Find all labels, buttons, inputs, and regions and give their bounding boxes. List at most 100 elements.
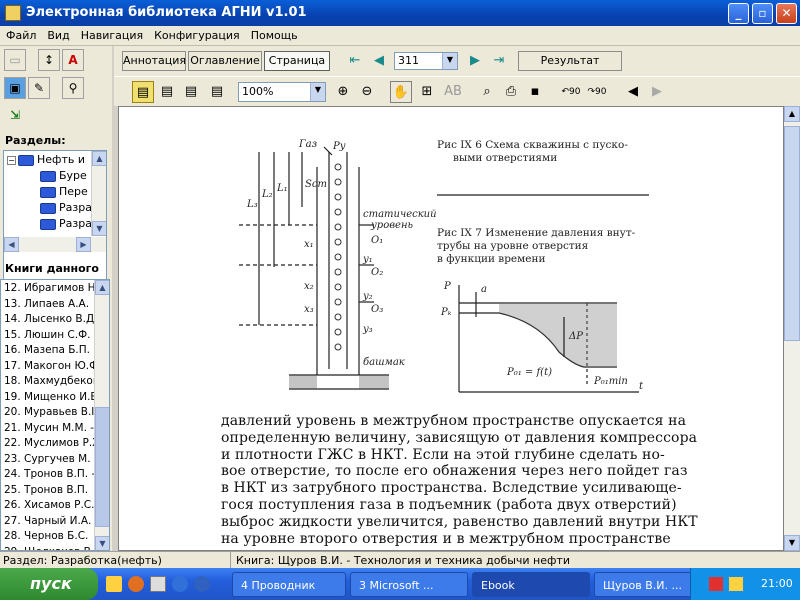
folder-icon [18, 154, 34, 166]
scroll-thumb[interactable] [784, 126, 800, 341]
scroll-right-icon[interactable]: ▶ [76, 237, 91, 252]
task-ebook[interactable]: Ebook [472, 572, 590, 597]
rotate-right-icon[interactable]: ↷90 [586, 81, 608, 103]
page-select[interactable]: 311 ▼ [394, 52, 458, 70]
menu-help[interactable]: Помощь [245, 26, 303, 42]
window-title: Электронная библиотека АГНИ v1.01 [26, 5, 307, 20]
tree-root[interactable]: − Нефть и [7, 153, 85, 169]
desktop-icon[interactable] [150, 576, 166, 592]
save-icon[interactable]: ▪ [524, 81, 546, 103]
browser-icon[interactable] [194, 576, 210, 592]
hand-icon[interactable]: ✋ [390, 81, 412, 103]
book-list-item[interactable]: 22. Муслимов Р.Х [4, 437, 94, 452]
book-list-item[interactable]: 16. Мазепа Б.П. [4, 344, 94, 359]
tree-label: Нефть и [37, 153, 85, 166]
scroll-down-icon[interactable]: ▼ [95, 536, 109, 550]
minimize-button[interactable]: _ [728, 3, 749, 24]
scroll-down-icon[interactable]: ▼ [92, 221, 106, 236]
book-list-item[interactable]: 19. Мищенко И.Е [4, 391, 94, 406]
viewer-toolbar: ▤ ▤ ▤ ▤ 100% ▼ ⊕ ⊖ ✋ ⊞ AB ⌕ ⎙ ▪ ↶90 ↷90 ◀… [114, 76, 800, 106]
page-multi-icon[interactable]: ▤ [156, 81, 178, 103]
tree-vscroll[interactable]: ▲ ▼ [91, 151, 106, 236]
viewer-vscroll[interactable]: ▲ ▼ [784, 106, 800, 551]
menu-navigation[interactable]: Навигация [75, 26, 148, 42]
chevron-down-icon[interactable]: ▼ [310, 83, 325, 101]
book-list-item[interactable]: 24. Тронов В.П. - [4, 468, 94, 483]
disk-icon[interactable]: ▭ [4, 49, 26, 71]
first-page-icon[interactable]: ⇤ [346, 52, 364, 70]
close-button[interactable]: ✕ [776, 3, 797, 24]
book-list-item[interactable]: 18. Махмудбеков [4, 375, 94, 390]
tree-item[interactable]: Разра [40, 217, 92, 233]
page-icon[interactable]: ▤ [132, 81, 154, 103]
books-list[interactable]: 12. Ибрагимов Н 13. Липаев А.А. 14. Лысенк… [0, 279, 110, 551]
scroll-down-icon[interactable]: ▼ [784, 535, 800, 551]
folder-icon [40, 202, 56, 214]
scroll-up-icon[interactable]: ▲ [92, 151, 106, 166]
start-button[interactable]: пуск [0, 568, 98, 600]
scroll-up-icon[interactable]: ▲ [784, 106, 800, 122]
book-list-item[interactable]: 23. Сургучев М. [4, 453, 94, 468]
document-icon[interactable]: ✎ [28, 77, 50, 99]
zoom-rect-icon[interactable]: ⊞ [416, 81, 438, 103]
find-icon[interactable]: ⌕ [476, 81, 498, 103]
menu-view[interactable]: Вид [41, 26, 74, 42]
tab-page[interactable]: Страница [264, 51, 330, 71]
menu-file[interactable]: Файл [0, 26, 41, 42]
search-icon[interactable]: ⚲ [62, 77, 84, 99]
exit-icon[interactable]: ⇲ [4, 105, 26, 127]
book-list-item[interactable]: 14. Лысенко В.Д [4, 313, 94, 328]
tree-item[interactable]: Буре [40, 169, 87, 185]
task-document[interactable]: Щуров В.И. ... [594, 572, 700, 597]
task-explorer[interactable]: 4 Проводник [232, 572, 346, 597]
antivirus-icon[interactable] [709, 577, 723, 591]
sort-icon[interactable]: ↕ [38, 49, 60, 71]
media-icon[interactable] [172, 576, 188, 592]
print-icon[interactable]: ⎙ [500, 81, 522, 103]
maximize-button[interactable]: ▫ [752, 3, 773, 24]
book-list-item[interactable]: 20. Муравьев В.І [4, 406, 94, 421]
label-L1: L₁ [276, 183, 288, 194]
scroll-thumb[interactable] [95, 407, 109, 527]
book-list-item[interactable]: 12. Ибрагимов Н [4, 282, 94, 297]
zoom-in-icon[interactable]: ⊕ [332, 81, 354, 103]
tab-annotation[interactable]: Аннотация [122, 51, 186, 71]
next-page-icon[interactable]: ▶ [466, 52, 484, 70]
book-list-item[interactable]: 28. Чернов Б.С. [4, 530, 94, 545]
task-word[interactable]: 3 Microsoft ... [350, 572, 468, 597]
book-list-item[interactable]: 15. Люшин С.Ф. [4, 329, 94, 344]
menu-config[interactable]: Конфигурация [148, 26, 245, 42]
books-vscroll[interactable]: ▲ ▼ [94, 280, 109, 550]
book-list-item[interactable]: 21. Мусин М.М. - [4, 422, 94, 437]
scroll-left-icon[interactable]: ◀ [4, 237, 19, 252]
tree-hscroll[interactable]: ◀ ▶ [4, 237, 106, 252]
page-save-icon[interactable]: ▤ [206, 81, 228, 103]
prev-page-icon[interactable]: ◀ [370, 52, 388, 70]
scroll-up-icon[interactable]: ▲ [95, 280, 109, 295]
chevron-down-icon[interactable]: ▼ [442, 53, 457, 69]
text-select-icon[interactable]: AB [442, 81, 464, 103]
page-copy-icon[interactable]: ▤ [180, 81, 202, 103]
sort-az-icon[interactable]: A [62, 49, 84, 71]
book-list-item[interactable]: 17. Макогон Ю.Ф [4, 360, 94, 375]
rotate-left-icon[interactable]: ↶90 [560, 81, 582, 103]
zoom-out-icon[interactable]: ⊖ [356, 81, 378, 103]
book-list-item[interactable]: 27. Чарный И.А. [4, 515, 94, 530]
language-icon[interactable] [729, 577, 743, 591]
back-icon[interactable]: ◀ [622, 81, 644, 103]
last-page-icon[interactable]: ⇥ [490, 52, 508, 70]
quicklaunch-icon[interactable] [106, 576, 122, 592]
zoom-select[interactable]: 100% ▼ [238, 82, 326, 102]
tree-item[interactable]: Пере [40, 185, 88, 201]
book-list-item[interactable]: 25. Тронов В.П. [4, 484, 94, 499]
book-list-item[interactable]: 13. Липаев А.А. [4, 298, 94, 313]
image-view-icon[interactable]: ▣ [4, 77, 26, 99]
forward-icon[interactable]: ▶ [646, 81, 668, 103]
book-list-item[interactable]: 26. Хисамов Р.С. [4, 499, 94, 514]
label-pmin: P₀₁min [593, 376, 628, 387]
search-result-button[interactable]: Результат поиска [518, 51, 622, 85]
page-viewer[interactable]: Газ Pу статический уровень башмак L₃ L₂ … [118, 106, 784, 551]
tree-item[interactable]: Разра [40, 201, 92, 217]
firefox-icon[interactable] [128, 576, 144, 592]
tab-contents[interactable]: Оглавление [188, 51, 262, 71]
